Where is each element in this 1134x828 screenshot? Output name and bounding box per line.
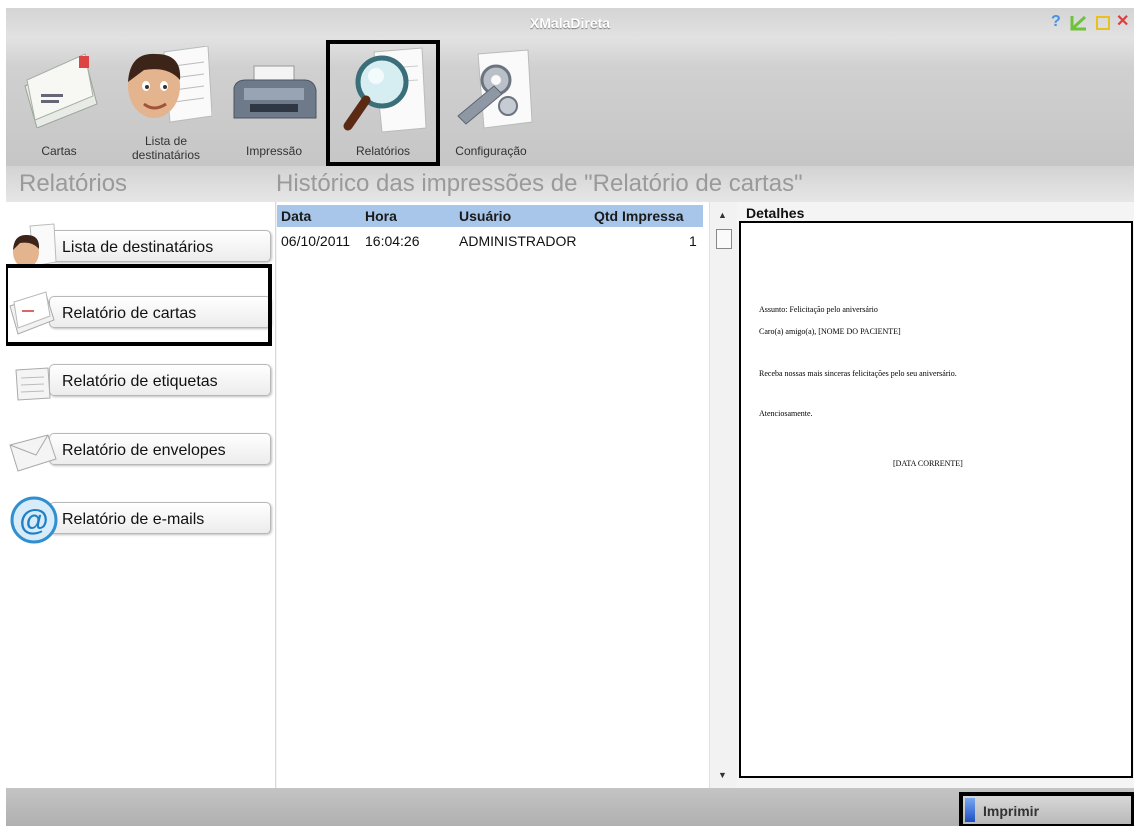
sidebar-item-label: Lista de destinatários	[62, 239, 214, 256]
toolbar-cartas-button[interactable]: Cartas	[16, 44, 102, 162]
cell-data: 06/10/2011	[281, 233, 351, 249]
printer-icon	[233, 65, 317, 119]
settings-gear-icon	[457, 49, 533, 129]
help-icon[interactable]: ?	[1051, 14, 1061, 30]
at-sign-icon: @	[10, 496, 58, 544]
app-title: XMalaDireta	[529, 15, 611, 31]
sidebar-button[interactable]: Lista de destinatários	[49, 230, 271, 262]
magnifier-report-icon	[343, 47, 427, 133]
print-button-label: Imprimir	[983, 803, 1040, 819]
selection-highlight	[6, 264, 272, 346]
toolbar-relatorios-label: Relatórios	[355, 144, 411, 158]
table-header: Data Hora Usuário Qtd Impressa	[277, 205, 703, 227]
sidebar-item-relatorio-etiquetas[interactable]: Relatório de etiquetas	[6, 352, 276, 412]
toolbar-impressao-button[interactable]: Impressão	[230, 44, 318, 162]
scroll-thumb[interactable]	[716, 229, 732, 249]
history-table: Data Hora Usuário Qtd Impressa 06/10/201…	[277, 202, 709, 788]
print-accent	[965, 798, 975, 822]
section-title: Relatórios	[19, 170, 128, 197]
sidebar-button[interactable]: Relatório de e-mails	[49, 502, 271, 534]
sidebar-item-relatorio-emails[interactable]: Relatório de e-mails @	[6, 490, 276, 550]
labels-icon	[15, 367, 51, 401]
doc-line-body: Receba nossas mais sinceras felicitações…	[759, 369, 957, 378]
sidebar-button[interactable]: Relatório de etiquetas	[49, 364, 271, 396]
cell-usuario: ADMINISTRADOR	[459, 233, 577, 249]
sidebar-item-label: Relatório de envelopes	[62, 442, 226, 459]
toolbar-impressao-label: Impressão	[245, 144, 303, 158]
doc-line-subject: Assunto: Felicitação pelo aniversário	[759, 305, 878, 314]
column-header-data[interactable]: Data	[281, 208, 311, 224]
letters-icon	[24, 53, 98, 128]
doc-line-closing: Atenciosamente.	[759, 409, 813, 418]
scroll-up-arrow-icon[interactable]: ▲	[718, 210, 727, 220]
document-preview: Assunto: Felicitação pelo aniversário Ca…	[739, 221, 1133, 778]
column-header-usuario[interactable]: Usuário	[459, 208, 511, 224]
toolbar-configuracao-label: Configuração	[455, 144, 527, 158]
title-bar: XMalaDireta ? ✕ Cartas Lista de destinat…	[6, 8, 1134, 166]
recipient-list-icon	[128, 46, 212, 123]
toolbar-cartas-label: Cartas	[41, 144, 77, 158]
toolbar-configuracao-button[interactable]: Configuração	[446, 44, 536, 162]
sidebar-item-relatorio-envelopes[interactable]: Relatório de envelopes	[6, 421, 276, 481]
sidebar-button[interactable]: Relatório de envelopes	[49, 433, 271, 465]
header-strip: Relatórios Histórico das impressões de "…	[6, 166, 1134, 202]
details-label: Detalhes	[746, 205, 805, 221]
scroll-down-arrow-icon[interactable]: ▼	[718, 770, 727, 780]
app-window: XMalaDireta ? ✕ Cartas Lista de destinat…	[6, 8, 1134, 826]
doc-line-date: [DATA CORRENTE]	[893, 459, 963, 468]
svg-text:@: @	[19, 504, 48, 537]
close-icon[interactable]: ✕	[1116, 14, 1129, 30]
vertical-scrollbar[interactable]: ▲ ▼	[709, 202, 737, 788]
page-title: Histórico das impressões de "Relatório d…	[276, 170, 803, 197]
minimize-icon[interactable]	[1069, 14, 1089, 36]
cell-hora: 16:04:26	[365, 233, 420, 249]
toolbar-relatorios-button[interactable]: Relatórios	[326, 40, 440, 166]
toolbar-lista-destinatarios-button[interactable]: Lista de destinatários	[118, 44, 214, 162]
column-header-hora[interactable]: Hora	[365, 208, 397, 224]
sidebar-item-label: Relatório de e-mails	[62, 511, 205, 528]
column-header-qtd-impressa[interactable]: Qtd Impressa	[594, 208, 683, 224]
envelope-icon	[9, 434, 57, 472]
cell-qtd: 1	[689, 233, 697, 249]
toolbar-lista-destinatarios-label: Lista de destinatários	[131, 134, 201, 162]
maximize-icon[interactable]	[1096, 16, 1110, 30]
doc-line-greeting: Caro(a) amigo(a), [NOME DO PACIENTE]	[759, 327, 901, 336]
sidebar-item-label: Relatório de etiquetas	[62, 373, 218, 390]
print-button[interactable]: Imprimir	[959, 792, 1134, 826]
sidebar: Lista de destinatários Relatório de cart…	[6, 202, 276, 788]
